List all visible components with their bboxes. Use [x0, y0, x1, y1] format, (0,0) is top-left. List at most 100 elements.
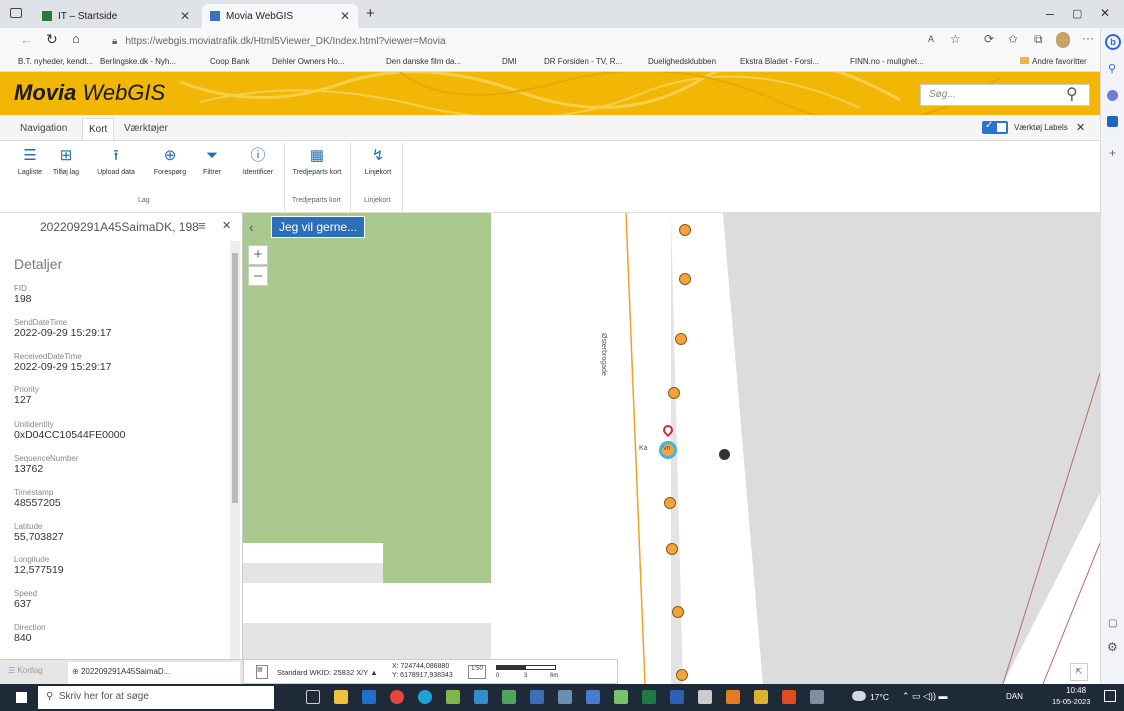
tab-vaerktoejer[interactable]: Værktøjer: [124, 123, 168, 134]
close-ribbon-icon[interactable]: ✕: [1076, 121, 1085, 134]
taskbar-search[interactable]: ⚲ Skriv her for at søge: [38, 686, 274, 709]
bus-stop-point[interactable]: [679, 224, 691, 236]
favorite-link[interactable]: Ekstra Bladet - Forsi...: [740, 57, 819, 66]
favorites-icon[interactable]: ✩: [1008, 32, 1018, 46]
refresh-page-icon[interactable]: ⟳: [984, 32, 994, 46]
other-favorites-link[interactable]: Andre favoritter: [1020, 57, 1087, 66]
browser-tab-movia[interactable]: Movia WebGIS ✕: [202, 4, 358, 28]
app-icon[interactable]: [502, 690, 516, 704]
office-icon[interactable]: [782, 690, 796, 704]
projection-label[interactable]: Standard WKID: 25832 X/Y ▲: [277, 668, 378, 677]
new-tab-icon[interactable]: +: [366, 5, 375, 22]
word-icon[interactable]: [670, 690, 684, 704]
favorite-link[interactable]: Dehler Owners Ho...: [272, 57, 344, 66]
app-icon[interactable]: [614, 690, 628, 704]
clock-date[interactable]: 15-05-2023: [1052, 697, 1090, 706]
read-aloud-icon[interactable]: A: [928, 34, 934, 44]
tool-labels-toggle[interactable]: ✓: [982, 120, 1008, 134]
home-icon[interactable]: ⌂: [72, 31, 80, 46]
chrome-icon[interactable]: [390, 690, 404, 704]
zoom-in-button[interactable]: +: [248, 245, 268, 265]
app-icon[interactable]: [810, 690, 824, 704]
tab-kortlag[interactable]: ☰ Kortlag: [8, 666, 43, 675]
close-tab-icon[interactable]: ✕: [180, 9, 190, 23]
forespoerg-button[interactable]: ⊕ Forespørg: [148, 147, 192, 176]
tab-kort[interactable]: Kort: [82, 118, 115, 140]
favorite-link[interactable]: DMI: [502, 57, 517, 66]
filtrer-button[interactable]: ⏷ Filtrer: [190, 147, 234, 176]
app-icon[interactable]: [754, 690, 768, 704]
tilfoej-lag-button[interactable]: ⊞ Tilføj lag: [44, 147, 88, 176]
split-screen-icon[interactable]: ▢: [1108, 618, 1117, 629]
bus-stop-point[interactable]: [664, 497, 676, 509]
language-indicator[interactable]: DAN: [1006, 692, 1023, 701]
edge-icon[interactable]: [418, 690, 432, 704]
vehicle-point[interactable]: [719, 449, 730, 460]
app-icon[interactable]: [474, 690, 488, 704]
favorite-link[interactable]: DR Forsiden - TV, R...: [544, 57, 622, 66]
scale-icon[interactable]: 1:50: [468, 665, 486, 679]
windows-start-icon[interactable]: [16, 692, 27, 703]
map-canvas[interactable]: ‹ Jeg vil gerne... + – Østerbrogade Ka v…: [243, 213, 1100, 684]
app-icon[interactable]: [698, 690, 712, 704]
scrollbar-thumb[interactable]: [232, 253, 238, 503]
tredjeparts-kort-button[interactable]: ▦ Tredjeparts kort: [290, 147, 344, 176]
favorite-star-icon[interactable]: ☆: [950, 32, 961, 46]
favorite-link[interactable]: Coop Bank: [210, 57, 250, 66]
collections-icon[interactable]: ⧉: [1034, 32, 1043, 47]
add-icon[interactable]: +: [1109, 146, 1116, 160]
bus-stop-point[interactable]: [666, 543, 678, 555]
collapse-panel-button[interactable]: ‹: [249, 219, 254, 235]
close-tab-icon[interactable]: ✕: [340, 9, 350, 23]
file-explorer-icon[interactable]: [334, 690, 348, 704]
browser-tab-startside[interactable]: IT – Startside ✕: [34, 4, 198, 28]
jeg-vil-gerne-button[interactable]: Jeg vil gerne...: [271, 216, 366, 238]
search-icon[interactable]: ⚲: [1066, 84, 1078, 104]
zoom-out-button[interactable]: –: [248, 266, 268, 286]
linjekort-button[interactable]: ↯ Linjekort: [356, 147, 400, 176]
task-view-icon[interactable]: [306, 690, 320, 704]
back-icon[interactable]: ←: [20, 32, 33, 47]
outlook-icon[interactable]: [1107, 116, 1118, 127]
minimize-icon[interactable]: –: [1046, 5, 1054, 21]
favorite-link[interactable]: B.T. nyheder, kendt...: [18, 57, 93, 66]
url-field[interactable]: 🔒︎ https://webgis.moviatrafik.dk/Html5Vi…: [112, 32, 812, 50]
favorite-link[interactable]: Duelighedsklubben: [648, 57, 716, 66]
app-icon[interactable]: [558, 690, 572, 704]
favorite-link[interactable]: Berlingske.dk - Nyh...: [100, 57, 176, 66]
close-panel-icon[interactable]: ✕: [222, 219, 231, 232]
outlook-app-icon[interactable]: [362, 690, 376, 704]
settings-icon[interactable]: ⚙: [1107, 640, 1118, 654]
app-icon[interactable]: [446, 690, 460, 704]
search-icon[interactable]: ⚲: [1108, 62, 1116, 75]
tab-navigation[interactable]: Navigation: [20, 123, 67, 134]
bing-icon[interactable]: b: [1105, 34, 1121, 50]
expand-icon[interactable]: ⇱: [1070, 663, 1088, 681]
menu-icon[interactable]: ≡: [198, 218, 206, 233]
bus-stop-point[interactable]: [672, 606, 684, 618]
upload-data-button[interactable]: ⭱ Upload data: [94, 147, 138, 176]
app-icon[interactable]: [530, 690, 544, 704]
reload-icon[interactable]: ↻: [46, 31, 58, 48]
identificer-button[interactable]: ⓘ Identificer: [236, 147, 280, 176]
bus-stop-point[interactable]: [679, 273, 691, 285]
search-input[interactable]: Søg...: [920, 84, 1090, 106]
tools-icon[interactable]: [1107, 90, 1118, 101]
app-icon[interactable]: [726, 690, 740, 704]
favorite-link[interactable]: FINN.no - mulighet...: [850, 57, 924, 66]
bus-stop-point[interactable]: [676, 669, 688, 681]
profile-avatar[interactable]: [1056, 32, 1070, 48]
bus-stop-point[interactable]: [668, 387, 680, 399]
clock-time[interactable]: 10:48: [1066, 686, 1086, 695]
more-icon[interactable]: ···: [1082, 31, 1094, 45]
restore-icon[interactable]: ▢: [1072, 7, 1082, 20]
app-icon[interactable]: [586, 690, 600, 704]
tray-icons[interactable]: ⌃ ▭ ◁)) ▬: [902, 691, 947, 702]
tab-feature-details[interactable]: ⊕ 202209291A45SaimaD...: [68, 662, 240, 684]
bus-stop-point[interactable]: [675, 333, 687, 345]
favorite-link[interactable]: Den danske film da...: [386, 57, 461, 66]
weather-text[interactable]: 17°C: [870, 692, 889, 702]
close-window-icon[interactable]: ✕: [1100, 6, 1110, 20]
window-menu-icon[interactable]: [10, 8, 22, 18]
notifications-icon[interactable]: [1104, 690, 1116, 702]
